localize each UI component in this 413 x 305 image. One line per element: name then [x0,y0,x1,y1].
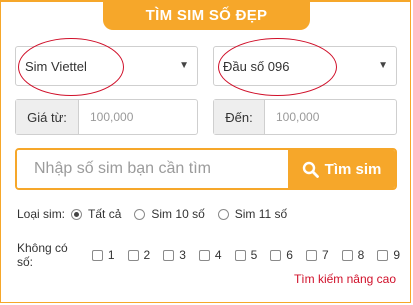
search-icon [302,161,319,178]
network-select-value: Sim Viettel [25,58,87,74]
prefix-select[interactable]: Đầu số 096 ▼ [213,46,397,86]
price-from-label: Giá từ: [16,100,79,134]
exclude-digits-row: Không có số: 1 2 3 4 5 6 7 8 9 [17,241,413,269]
checkbox[interactable] [305,249,317,261]
price-to-input[interactable]: 100,000 [265,100,319,134]
sim-type-option-10[interactable]: Sim 10 số [134,207,205,221]
sim-type-option-11[interactable]: Sim 11 số [217,207,287,221]
panel-title: TÌM SIM SỐ ĐẸP [103,0,310,30]
search-button[interactable]: Tìm sim [288,150,395,188]
exclude-digit-8[interactable]: 8 [341,248,364,262]
prefix-select-value: Đầu số 096 [223,58,290,74]
price-from-input[interactable]: 100,000 [79,100,133,134]
sim-search-bar: Nhập số sim bạn cần tìm Tìm sim [15,148,397,190]
radio-button[interactable] [134,208,146,220]
exclude-digit-7[interactable]: 7 [305,248,329,262]
exclude-digit-1[interactable]: 1 [91,248,115,262]
sim-type-option-all[interactable]: Tất cả [71,207,121,221]
exclude-digit-9[interactable]: 9 [377,248,400,262]
sim-type-row: Loại sim: Tất cả Sim 10 số Sim 11 số [17,207,300,221]
network-select[interactable]: Sim Viettel ▼ [15,46,198,86]
checkbox[interactable] [270,249,282,261]
exclude-digit-6[interactable]: 6 [270,248,293,262]
advanced-search-link[interactable]: Tìm kiếm nâng cao [294,272,396,286]
sim-search-input[interactable]: Nhập số sim bạn cần tìm [17,150,288,188]
search-button-label: Tìm sim [324,160,382,178]
checkbox[interactable] [91,249,103,261]
exclude-digit-2[interactable]: 2 [127,248,150,262]
radio-button[interactable] [217,208,229,220]
caret-down-icon: ▼ [179,60,189,71]
price-from-group: Giá từ: 100,000 [15,99,198,135]
checkbox[interactable] [127,249,139,261]
checkbox[interactable] [163,249,175,261]
exclude-digit-4[interactable]: 4 [198,248,222,262]
exclude-digit-3[interactable]: 3 [163,248,186,262]
price-to-group: Đến: 100,000 [213,99,397,135]
exclude-digit-5[interactable]: 5 [234,248,257,262]
checkbox[interactable] [341,249,353,261]
exclude-digits-label: Không có số: [17,241,68,269]
price-to-label: Đến: [214,100,265,134]
checkbox[interactable] [377,249,389,261]
sim-type-label: Loại sim: [17,207,66,221]
checkbox[interactable] [198,249,210,261]
caret-down-icon: ▼ [378,60,388,71]
checkbox[interactable] [234,249,246,261]
radio-button[interactable] [71,208,83,220]
